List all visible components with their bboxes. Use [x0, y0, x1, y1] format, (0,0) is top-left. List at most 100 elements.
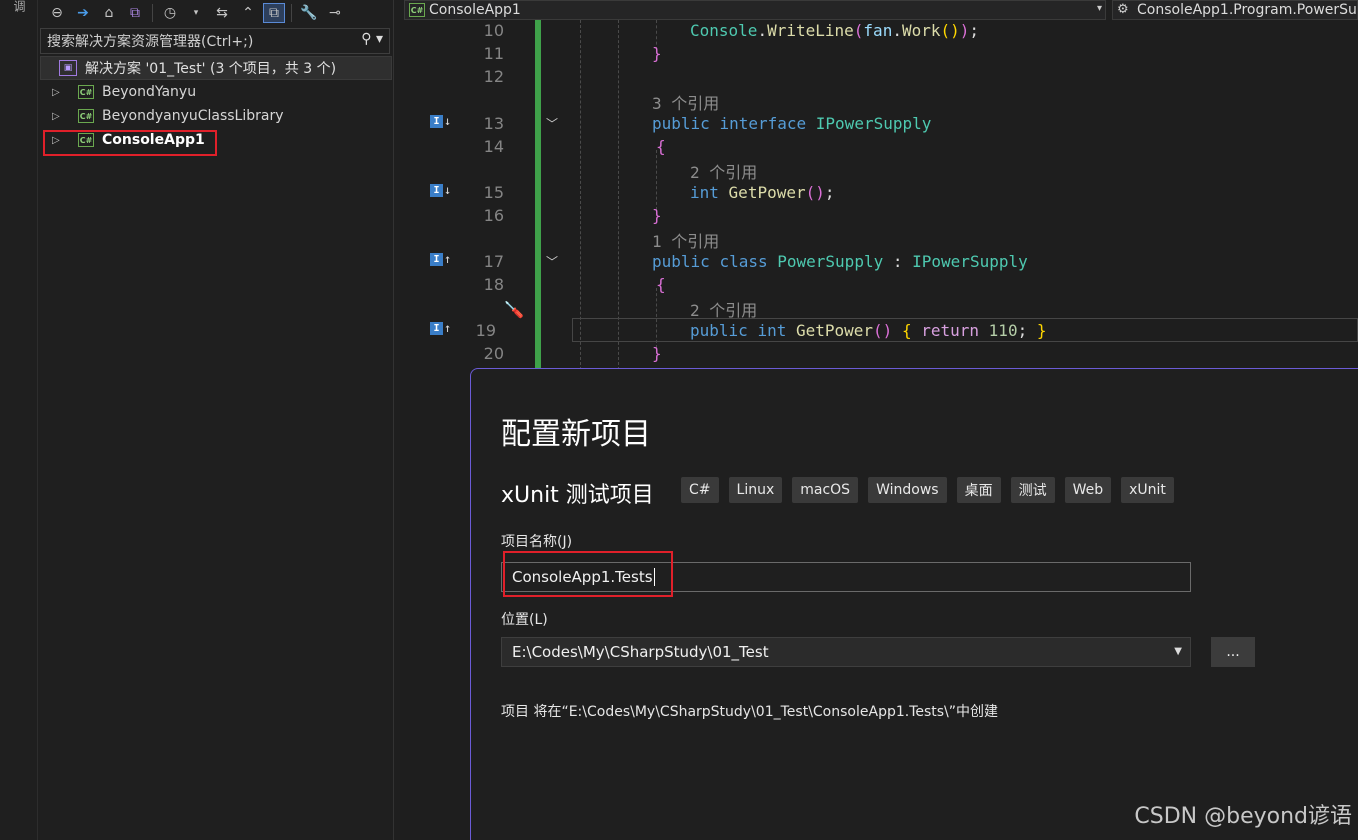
expand-arrow-icon[interactable]: ▷	[52, 87, 64, 98]
project-name-label: 项目名称(J)	[501, 534, 573, 550]
tree-item-beyondyanyuclasslibrary[interactable]: ▷ C# BeyondyanyuClassLibrary	[38, 104, 394, 128]
code-line: 12	[400, 66, 1358, 89]
line-number: 20	[483, 344, 504, 363]
collapse-all-icon[interactable]: ⌃	[237, 3, 259, 23]
code-line: 10 Console.WriteLine(fan.Work());	[400, 20, 1358, 43]
csharp-project-icon: C#	[78, 109, 94, 123]
code-line: I ↑ 17 ﹀ public class PowerSupply : IPowe…	[400, 251, 1358, 274]
show-all-files-icon[interactable]: ⧉	[263, 3, 285, 23]
line-number: 14	[483, 137, 504, 156]
tag-linux: Linux	[728, 477, 783, 503]
code-line: 20 }	[400, 343, 1358, 366]
codelens-references[interactable]: 2 个引用	[690, 159, 757, 183]
code-text: {	[656, 275, 666, 294]
properties-wrench-icon[interactable]: 🔧	[298, 3, 320, 23]
line-number: 13	[483, 114, 504, 133]
tag-desktop: 桌面	[956, 477, 1001, 503]
highlight-box-consoleapp1	[43, 130, 217, 156]
tag-web: Web	[1064, 477, 1112, 503]
code-text: public int GetPower() { return 110; }	[690, 321, 1047, 340]
line-number: 16	[483, 206, 504, 225]
code-line: 14 {	[400, 136, 1358, 159]
solution-root-node[interactable]: ▣ 解决方案 '01_Test' (3 个项目，共 3 个)	[40, 56, 392, 80]
code-text: Console.WriteLine(fan.Work());	[690, 21, 980, 40]
codelens-references[interactable]: 1 个引用	[652, 228, 719, 252]
codelens-references[interactable]: 2 个引用	[690, 297, 757, 321]
implementation-icon[interactable]: I ↑	[430, 251, 454, 267]
tag-xunit: xUnit	[1121, 477, 1174, 503]
code-text: public class PowerSupply : IPowerSupply	[652, 252, 1028, 271]
search-icon[interactable]: ⚲ ▾	[361, 31, 383, 47]
line-number: 15	[483, 183, 504, 202]
line-number: 11	[483, 44, 504, 63]
dialog-title: 配置新项目	[501, 417, 651, 452]
tree-item-beyondyanyu[interactable]: ▷ C# BeyondYanyu	[38, 80, 394, 104]
implementation-icon[interactable]: I ↓	[430, 113, 454, 129]
back-icon[interactable]: ⊖	[46, 3, 68, 23]
creation-path-note: 项目 将在“E:\Codes\My\CSharpStudy\01_Test\Co…	[501, 704, 999, 720]
template-tags: C# Linux macOS Windows 桌面 测试 Web xUnit	[681, 477, 1174, 503]
vs-solution-icon[interactable]: ⧉	[124, 3, 146, 23]
tag-windows: Windows	[868, 477, 947, 503]
code-text: }	[652, 206, 662, 225]
history-icon[interactable]: ◷	[159, 3, 181, 23]
left-tool-strip: 调	[0, 0, 38, 840]
quick-actions-screwdriver-icon[interactable]: 🪛	[504, 300, 528, 322]
project-label: BeyondyanyuClassLibrary	[102, 108, 284, 124]
code-text: {	[656, 137, 666, 156]
project-dropdown-value: ConsoleApp1	[429, 2, 521, 18]
solution-explorer: ⊖ ➔ ⌂ ⧉ ◷ ▾ ⇆ ⌃ ⧉ 🔧 ⊸ 搜索解决方案资源管理器(Ctrl+;…	[38, 0, 394, 840]
tag-csharp: C#	[681, 477, 719, 503]
code-line: I ↓ 13 ﹀ public interface IPowerSupply	[400, 113, 1358, 136]
code-line: 16 }	[400, 205, 1358, 228]
code-text: public interface IPowerSupply	[652, 114, 932, 133]
toolbar-divider	[152, 4, 153, 22]
left-strip-label[interactable]: 调	[11, 0, 28, 12]
tag-test: 测试	[1010, 477, 1055, 503]
code-text: }	[652, 44, 662, 63]
chevron-down-icon[interactable]: ▼	[1174, 646, 1182, 657]
sync-icon[interactable]: ⇆	[211, 3, 233, 23]
fold-chevron-icon[interactable]: ﹀	[546, 253, 558, 270]
configure-new-project-dialog: 配置新项目 xUnit 测试项目 C# Linux macOS Windows …	[470, 368, 1358, 840]
home-icon[interactable]: ⌂	[98, 3, 120, 23]
watermark: CSDN @beyond谚语	[1134, 804, 1352, 829]
preview-icon[interactable]: ⊸	[324, 3, 346, 23]
line-number: 12	[483, 67, 504, 86]
line-number: 18	[483, 275, 504, 294]
editor-nav-bar: C# ConsoleApp1 ▾ ⚙ ConsoleApp1.Program.P…	[400, 0, 1358, 20]
csharp-project-icon: C#	[78, 85, 94, 99]
code-text: }	[652, 344, 662, 363]
codelens-line: 1 个引用	[400, 227, 1358, 252]
forward-icon[interactable]: ➔	[72, 3, 94, 23]
code-line: 11 }	[400, 43, 1358, 66]
implementation-icon[interactable]: I ↓	[430, 182, 454, 198]
template-name: xUnit 测试项目	[501, 483, 654, 508]
code-line: 18 {	[400, 274, 1358, 297]
member-dropdown-value: ConsoleApp1.Program.PowerSupply	[1137, 2, 1357, 18]
codelens-line: 2 个引用	[400, 296, 1358, 321]
solution-root-label: 解决方案 '01_Test' (3 个项目，共 3 个)	[85, 61, 337, 77]
project-dropdown[interactable]: C# ConsoleApp1 ▾	[404, 0, 1106, 20]
line-number: 19	[475, 321, 496, 340]
location-select[interactable]: E:\Codes\My\CSharpStudy\01_Test ▼	[501, 637, 1191, 667]
member-dropdown[interactable]: ⚙ ConsoleApp1.Program.PowerSupply	[1112, 0, 1358, 20]
codelens-line: 3 个引用	[400, 89, 1358, 114]
location-value: E:\Codes\My\CSharpStudy\01_Test	[512, 643, 769, 661]
codelens-line: 2 个引用	[400, 158, 1358, 183]
expand-arrow-icon[interactable]: ▷	[52, 111, 64, 122]
toolbar-divider	[291, 4, 292, 22]
project-label: BeyondYanyu	[102, 84, 197, 100]
solution-search-input[interactable]: 搜索解决方案资源管理器(Ctrl+;) ⚲ ▾	[40, 28, 390, 54]
solution-explorer-toolbar: ⊖ ➔ ⌂ ⧉ ◷ ▾ ⇆ ⌃ ⧉ 🔧 ⊸	[38, 0, 393, 26]
browse-button[interactable]: ...	[1211, 637, 1255, 667]
codelens-references[interactable]: 3 个引用	[652, 90, 719, 114]
code-line: I ↓ 15 int GetPower();	[400, 182, 1358, 205]
fold-chevron-icon[interactable]: ﹀	[546, 115, 558, 132]
code-text: int GetPower();	[690, 183, 835, 202]
csharp-project-icon: C#	[409, 3, 425, 17]
class-member-icon: ⚙	[1117, 2, 1129, 17]
solution-search-placeholder: 搜索解决方案资源管理器(Ctrl+;)	[47, 34, 254, 50]
line-number: 10	[483, 21, 504, 40]
dropdown-icon[interactable]: ▾	[185, 3, 207, 23]
